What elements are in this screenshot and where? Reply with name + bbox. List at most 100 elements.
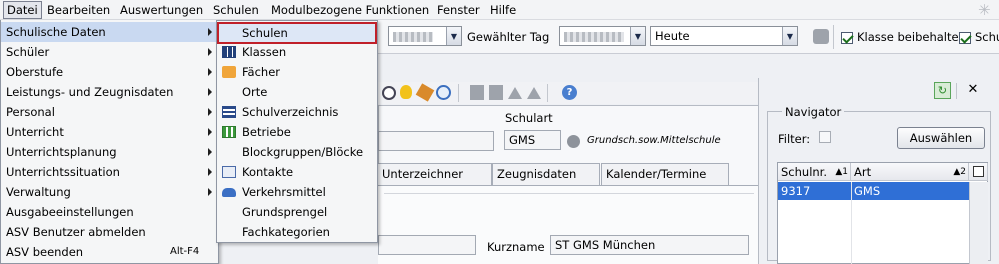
column-chooser-icon[interactable] (969, 163, 988, 181)
grid-icon[interactable] (470, 85, 484, 100)
clock-icon[interactable] (436, 85, 451, 100)
name-field-partial[interactable] (378, 235, 476, 255)
menu-modulbezogene-funktionen[interactable]: Modulbezogene Funktionen (270, 3, 430, 18)
menu-item-label: Oberstufe (6, 65, 64, 79)
help-icon[interactable]: ? (562, 85, 577, 100)
menu-item-label: Schulverzeichnis (242, 105, 339, 119)
auswaehlen-button[interactable]: Auswählen (897, 127, 985, 149)
column-header-art[interactable]: Art ▲2 (851, 163, 969, 181)
submenu-arrow-icon (208, 108, 212, 116)
schulart-field[interactable]: GMS (504, 130, 561, 150)
heute-value: Heute (655, 29, 690, 43)
chevron-down-icon[interactable]: ▼ (630, 27, 645, 45)
menu-item-ausgabeeinstellungen[interactable]: Ausgabeeinstellungen (1, 202, 218, 222)
menu-item-label: Personal (6, 105, 55, 119)
menu-datei[interactable]: Datei (3, 1, 42, 19)
tab-zeugnisdaten[interactable]: Zeugnisdaten 24/25 (492, 163, 600, 201)
submenu-arrow-icon (208, 88, 212, 96)
menu-item-blockgruppen[interactable]: Blockgruppen/Blöcke (217, 142, 377, 162)
toolbar-divider (833, 25, 834, 49)
schulart-label: Schulart (505, 111, 553, 125)
menu-item-klassen[interactable]: Klassen (217, 42, 377, 62)
chevron-down-icon[interactable]: ▼ (446, 27, 461, 45)
menu-item-unterrichtssituation[interactable]: Unterrichtssituation (1, 162, 218, 182)
table-row[interactable]: 9317 GMS (778, 182, 969, 200)
menu-item-schulen[interactable]: Schulen (217, 22, 377, 44)
menu-item-verwaltung[interactable]: Verwaltung (1, 182, 218, 202)
trailing-check-label: Schu (975, 30, 999, 44)
menu-item-label: Unterricht (6, 125, 64, 139)
filter-checkbox[interactable] (819, 131, 831, 143)
day-combo[interactable]: ▼ (559, 26, 646, 46)
schulname-field-partial[interactable] (378, 131, 494, 151)
lightbulb-icon[interactable] (400, 85, 412, 99)
close-icon[interactable]: ✕ (966, 82, 980, 97)
date-combo[interactable]: ▼ (388, 26, 462, 46)
tab-kalender-termine[interactable]: Kalender/Termine 24/25 (601, 163, 729, 201)
chevron-down-icon[interactable]: ▼ (782, 27, 797, 45)
refresh-icon[interactable]: ↻ (934, 82, 951, 99)
menu-item-label: Fächer (242, 65, 281, 79)
kurzname-field[interactable]: ST GMS München (550, 235, 749, 255)
tree-up-icon[interactable] (527, 87, 541, 99)
menu-schulen[interactable]: Schulen (212, 3, 260, 18)
menu-item-grundsprengel[interactable]: Grundsprengel (217, 202, 377, 222)
menu-item-leistungs-zeugnisdaten[interactable]: Leistungs- und Zeugnisdaten (1, 82, 218, 102)
menu-fenster[interactable]: Fenster (436, 3, 481, 18)
menu-item-asv-beenden[interactable]: ASV beenden Alt-F4 (1, 242, 218, 262)
folder-icon (222, 66, 236, 78)
menu-item-schueler[interactable]: Schüler (1, 42, 218, 62)
grid-edit-icon[interactable] (489, 85, 503, 100)
shortcut-label: Alt-F4 (170, 246, 200, 257)
table-scrollbar[interactable] (969, 182, 988, 264)
divider (384, 193, 754, 194)
menu-item-label: Blockgruppen/Blöcke (242, 145, 364, 159)
menu-item-fachkategorien[interactable]: Fachkategorien (217, 222, 377, 242)
menu-item-label: Schüler (6, 45, 50, 59)
menu-item-orte[interactable]: Orte (217, 82, 377, 102)
lock-icon[interactable] (813, 29, 829, 44)
status-dot-icon (567, 135, 580, 148)
menu-bearbeiten[interactable]: Bearbeiten (46, 3, 111, 18)
menu-item-schulverzeichnis[interactable]: Schulverzeichnis (217, 102, 377, 122)
redacted-value (564, 31, 624, 42)
cell-schulnr: 9317 (781, 184, 811, 198)
tab-unterzeichner[interactable]: Unterzeichner 24/25 (378, 163, 492, 201)
navigator-title: Navigator (782, 105, 845, 119)
menu-item-verkehrsmittel[interactable]: Verkehrsmittel (217, 182, 377, 202)
menu-auswertungen[interactable]: Auswertungen (119, 3, 204, 18)
menu-item-unterricht[interactable]: Unterricht (1, 122, 218, 142)
column-divider (851, 182, 852, 264)
menu-item-faecher[interactable]: Fächer (217, 62, 377, 82)
menu-item-oberstufe[interactable]: Oberstufe (1, 62, 218, 82)
filter-label: Filter: (778, 132, 811, 146)
view-eye-icon[interactable] (382, 86, 396, 100)
column-header-label: Schulnr. (781, 165, 828, 179)
menu-item-kontakte[interactable]: Kontakte (217, 162, 377, 182)
eraser-icon[interactable] (415, 83, 435, 102)
menu-item-unterrichtsplanung[interactable]: Unterrichtsplanung (1, 142, 218, 162)
kurzname-label: Kurzname (487, 240, 545, 254)
tree-icon[interactable] (508, 87, 522, 99)
submenu-arrow-icon (208, 48, 212, 56)
heute-combo[interactable]: Heute ▼ (650, 26, 798, 46)
sort-asc-icon: ▲2 (953, 167, 966, 177)
menu-item-personal[interactable]: Personal (1, 102, 218, 122)
column-header-schulnr[interactable]: Schulnr. ▲1 (778, 163, 851, 181)
record-toolbar: ? (378, 82, 758, 104)
menu-item-schulische-daten[interactable]: Schulische Daten (1, 22, 218, 42)
redacted-value (393, 31, 433, 42)
menu-hilfe[interactable]: Hilfe (489, 3, 517, 18)
cell-art: GMS (854, 184, 881, 198)
menu-item-benutzer-abmelden[interactable]: ASV Benutzer abmelden (1, 222, 218, 242)
submenu-arrow-icon (208, 128, 212, 136)
keep-class-checkbox[interactable] (841, 30, 853, 44)
menu-item-label: Schulische Daten (6, 25, 106, 39)
class-table-icon (222, 46, 236, 58)
menu-item-label: Grundsprengel (242, 205, 328, 219)
submenu-arrow-icon (208, 28, 212, 36)
submenu-arrow-icon (208, 148, 212, 156)
contact-card-icon (222, 166, 236, 178)
trailing-checkbox[interactable] (959, 30, 971, 44)
menu-item-betriebe[interactable]: Betriebe (217, 122, 377, 142)
